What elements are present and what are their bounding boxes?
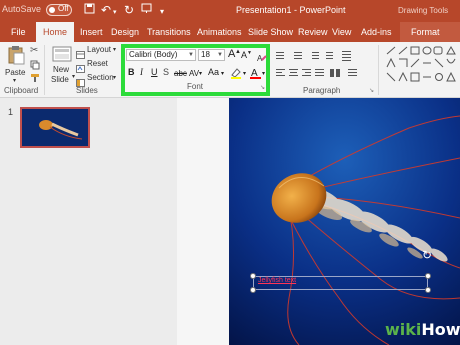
resize-handle-bottom-right[interactable] — [425, 287, 431, 293]
highlight-icon[interactable] — [230, 66, 242, 84]
resize-handle-top-left[interactable] — [250, 273, 256, 279]
paste-dropdown-icon[interactable]: ▾ — [13, 77, 16, 84]
tab-review[interactable]: Review — [298, 25, 328, 39]
present-icon[interactable] — [141, 3, 152, 17]
drawing-tools-label: Drawing Tools — [398, 6, 449, 15]
save-icon[interactable] — [84, 3, 95, 17]
clipboard-group-label: Clipboard — [4, 86, 39, 95]
font-family-dropdown-icon[interactable]: ▼ — [188, 50, 194, 60]
italic-button[interactable]: I — [140, 67, 143, 78]
tab-design[interactable]: Design — [111, 25, 139, 39]
jellyfish-thumbnail-image — [22, 109, 88, 146]
watermark-wiki: wiki — [385, 320, 422, 339]
wikihow-watermark: wikiHow — [385, 320, 460, 339]
watermark-how: How — [421, 320, 460, 339]
slide-canvas[interactable] — [229, 98, 460, 345]
highlight-dropdown-icon[interactable]: ▾ — [243, 69, 246, 80]
separator — [44, 45, 45, 95]
toggle-knob — [49, 7, 55, 13]
tab-slide-show[interactable]: Slide Show — [248, 25, 293, 39]
resize-handle-bottom-left[interactable] — [250, 287, 256, 293]
autosave-toggle[interactable]: Off — [46, 4, 72, 16]
paragraph-group-label: Paragraph — [303, 86, 341, 95]
layout-button[interactable]: Layout — [87, 45, 111, 54]
shapes-gallery[interactable] — [385, 45, 457, 90]
ribbon-tabs: File Home Insert Design Transitions Anim… — [0, 22, 460, 42]
paragraph-tools-row2 — [276, 65, 372, 83]
new-slide-dropdown-icon[interactable]: ▾ — [72, 73, 75, 80]
autosave-label: AutoSave — [2, 4, 42, 14]
resize-handle-top-right[interactable] — [425, 273, 431, 279]
autosave-state: Off — [58, 4, 69, 13]
font-family-value: Calibri (Body) — [129, 50, 178, 59]
tab-animations[interactable]: Animations — [197, 25, 242, 39]
paste-icon[interactable] — [6, 45, 26, 70]
character-spacing-button[interactable]: AV — [189, 68, 199, 79]
title-bar: AutoSave Off ↶ ▾ ↻ ▾ Presentation1 - Pow… — [0, 0, 460, 22]
redo-icon[interactable]: ↻ — [124, 3, 134, 17]
section-button[interactable]: Section — [87, 73, 114, 82]
tab-view[interactable]: View — [332, 25, 351, 39]
shrink-font-caret-icon: ▼ — [247, 50, 252, 56]
tab-add-ins[interactable]: Add-ins — [361, 25, 392, 39]
font-size-value: 18 — [201, 50, 210, 59]
paste-button[interactable]: Paste — [5, 68, 25, 77]
tab-file[interactable]: File — [11, 25, 26, 39]
editing-margin — [177, 98, 229, 345]
underline-button[interactable]: U — [151, 67, 158, 78]
font-family-select[interactable]: Calibri (Body) ▼ — [126, 49, 196, 61]
undo-icon[interactable]: ↶ — [101, 3, 111, 17]
strikethrough-button[interactable]: abc — [174, 68, 187, 79]
undo-dropdown-icon[interactable]: ▾ — [113, 6, 117, 20]
tab-format[interactable]: Format — [411, 25, 440, 39]
customize-toolbar-icon[interactable]: ▾ — [160, 5, 164, 19]
shadow-button[interactable]: S — [163, 67, 169, 78]
spacing-dropdown-icon[interactable]: ▾ — [199, 69, 202, 80]
separator — [378, 45, 379, 95]
slides-group-label: Slides — [76, 86, 98, 95]
font-dialog-launcher-icon[interactable]: ↘ — [260, 83, 265, 94]
font-size-select[interactable]: 18 ▼ — [198, 49, 225, 61]
bold-button[interactable]: B — [128, 67, 135, 78]
cut-icon[interactable]: ✂ — [30, 45, 38, 56]
new-slide-label-1[interactable]: New — [53, 65, 69, 74]
font-color-icon[interactable]: A — [250, 66, 261, 84]
change-case-button[interactable]: Aa — [208, 67, 219, 78]
paragraph-dialog-launcher-icon[interactable]: ↘ — [369, 87, 374, 94]
paragraph-tools-row1 — [276, 48, 372, 66]
reset-button[interactable]: Reset — [87, 59, 108, 68]
layout-dropdown-icon[interactable]: ▾ — [113, 46, 116, 53]
font-group-highlight: Calibri (Body) ▼ 18 ▼ A ▲ A ▼ A B I U S … — [121, 44, 270, 96]
slide-number: 1 — [8, 107, 14, 117]
new-slide-icon[interactable] — [52, 46, 72, 67]
jellyfish-image — [229, 98, 460, 345]
font-group-label: Font — [187, 82, 204, 91]
tab-transitions[interactable]: Transitions — [147, 25, 191, 39]
tab-insert[interactable]: Insert — [80, 25, 103, 39]
ribbon: Paste ▾ ✂ Clipboard New Slide ▾ Layout ▾… — [0, 42, 460, 98]
text-box-content[interactable]: Jellyfish text — [258, 277, 296, 284]
slide-thumbnail[interactable] — [20, 107, 90, 148]
case-dropdown-icon[interactable]: ▾ — [221, 69, 224, 80]
new-slide-label-2[interactable]: Slide — [51, 75, 69, 84]
font-color-dropdown-icon[interactable]: ▾ — [262, 69, 265, 80]
rotate-handle-icon[interactable]: ↻ — [422, 248, 432, 262]
font-size-dropdown-icon[interactable]: ▼ — [217, 50, 223, 60]
tab-home[interactable]: Home — [36, 22, 75, 42]
section-dropdown-icon[interactable]: ▾ — [113, 74, 116, 81]
document-title: Presentation1 - PowerPoint — [236, 5, 346, 15]
